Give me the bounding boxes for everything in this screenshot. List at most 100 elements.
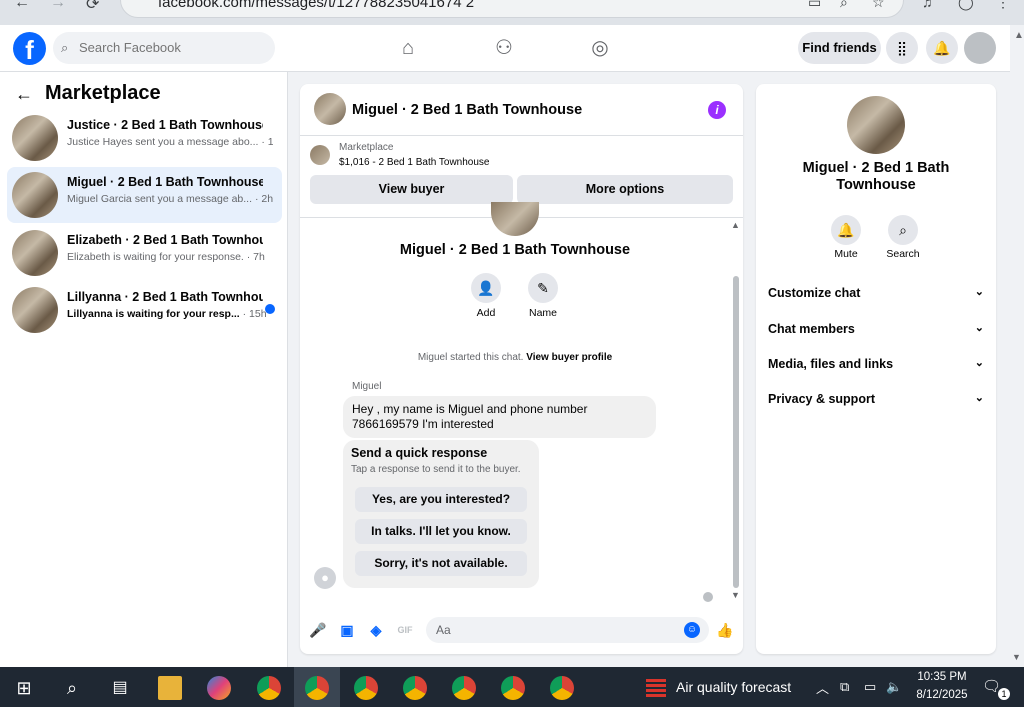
chat-scrollbar[interactable]: ▲ ▼ [730, 220, 742, 600]
sticker-icon[interactable]: ◈ [366, 620, 386, 640]
thumbs-up-icon[interactable]: 👍 [715, 620, 735, 640]
groups-icon[interactable]: ◎ [588, 36, 612, 60]
windows-start-icon[interactable]: ⊞ [12, 676, 36, 700]
chrome-icon[interactable] [354, 676, 378, 700]
scroll-up-icon[interactable]: ▲ [731, 220, 740, 230]
back-arrow-icon[interactable]: ← [15, 84, 33, 105]
menu-icon[interactable]: ⋮ [996, 0, 1010, 11]
add-label: Add [476, 307, 496, 319]
message-input[interactable]: Aa [426, 617, 709, 643]
chevron-down-icon: ⌄ [974, 286, 984, 298]
scrollbar-thumb[interactable] [733, 276, 739, 588]
notification-count-badge: 1 [998, 688, 1010, 700]
chat-started-notice: Miguel started this chat. View buyer pro… [417, 352, 613, 363]
privacy-support-row[interactable]: Privacy & support ⌄ [768, 392, 984, 406]
bookmark-star-icon[interactable]: ☆ [872, 0, 885, 11]
details-title: Miguel · 2 Bed 1 Bath Townhouse [802, 160, 950, 193]
view-buyer-button[interactable]: View buyer [310, 175, 513, 204]
clock-time[interactable]: 10:35 PM [914, 671, 970, 683]
task-view-icon[interactable]: ▤ [108, 676, 132, 700]
mute-label: Mute [834, 248, 858, 260]
listing-thumbnail [12, 230, 58, 276]
cast-icon[interactable]: ▭ [808, 0, 821, 11]
facebook-logo[interactable]: f [13, 32, 46, 65]
chat-details-panel: Miguel · 2 Bed 1 Bath Townhouse 🔔 Mute ⌕… [756, 84, 996, 654]
zoom-icon[interactable]: ⌕ [840, 0, 848, 11]
marketplace-label: Marketplace [339, 142, 394, 153]
copilot-icon[interactable] [207, 676, 231, 700]
chrome-icon[interactable] [452, 676, 476, 700]
chrome-icon[interactable] [550, 676, 574, 700]
home-icon[interactable]: ⌂ [396, 36, 420, 60]
scroll-up-icon[interactable]: ▲ [1014, 30, 1024, 41]
clock-date[interactable]: 8/12/2025 [910, 689, 974, 701]
quick-reply-button[interactable]: Yes, are you interested? [355, 487, 527, 512]
chat-header: Miguel · 2 Bed 1 Bath Townhouse i [300, 84, 743, 136]
media-files-links-row[interactable]: Media, files and links ⌄ [768, 357, 984, 371]
emoji-icon[interactable]: ☺ [684, 622, 700, 638]
profile-icon[interactable]: ◯ [958, 0, 974, 11]
panel-title: Marketplace [45, 82, 161, 104]
reload-icon[interactable]: ⟳ [86, 0, 99, 14]
view-buyer-profile-link[interactable]: View buyer profile [526, 352, 612, 363]
listing-thumbnail [12, 172, 58, 218]
chrome-icon[interactable] [501, 676, 525, 700]
listing-price-title[interactable]: $1,016 - 2 Bed 1 Bath Townhouse [339, 157, 489, 168]
chat-intro-title: Miguel · 2 Bed 1 Bath Townhouse [399, 242, 631, 258]
edit-name-icon[interactable]: ✎ [528, 273, 558, 303]
more-options-button[interactable]: More options [517, 175, 733, 204]
conversation-title: Lillyanna · 2 Bed 1 Bath Townhou... [67, 290, 263, 304]
forward-icon[interactable]: → [50, 0, 66, 12]
name-label: Name [528, 307, 557, 319]
listing-thumbnail [12, 115, 58, 161]
account-avatar[interactable] [964, 32, 996, 64]
meet-icon[interactable]: ⧉ [840, 679, 849, 695]
chat-members-row[interactable]: Chat members ⌄ [768, 322, 984, 336]
conversation-item[interactable]: Lillyanna · 2 Bed 1 Bath Townhou... Lill… [7, 282, 282, 338]
sender-avatar[interactable]: ● [314, 567, 336, 589]
add-person-icon[interactable]: 👤 [471, 273, 501, 303]
conversation-item-selected[interactable]: Miguel · 2 Bed 1 Bath Townhouse Miguel G… [7, 167, 282, 223]
microphone-icon[interactable]: 🎤 [308, 620, 328, 640]
scroll-down-icon[interactable]: ▼ [1012, 652, 1021, 662]
seen-indicator [703, 592, 713, 602]
network-icon[interactable]: ▭ [864, 679, 876, 695]
chevron-up-icon[interactable]: ︿ [816, 678, 829, 697]
find-friends-button[interactable]: Find friends [798, 32, 881, 64]
chrome-icon[interactable] [257, 676, 281, 700]
friends-icon[interactable]: ⚇ [492, 36, 516, 60]
customize-chat-row[interactable]: Customize chat ⌄ [768, 286, 984, 300]
message-bubble[interactable]: Hey , my name is Miguel and phone number… [343, 396, 656, 438]
file-explorer-icon[interactable] [158, 676, 182, 700]
url-text[interactable]: facebook.com/messages/t/127788235041674 … [158, 0, 474, 11]
notifications-icon[interactable]: 🔔 [926, 32, 958, 64]
quick-reply-button[interactable]: In talks. I'll let you know. [355, 519, 527, 544]
conversation-item[interactable]: Justice · 2 Bed 1 Bath Townhouse Justice… [7, 110, 282, 166]
info-icon[interactable]: i [708, 101, 726, 119]
search-icon[interactable]: ⌕ [60, 676, 84, 700]
volume-icon[interactable]: 🔈 [886, 679, 902, 695]
details-avatar [847, 96, 905, 154]
message-composer: 🎤 ▣ ◈ GIF Aa ☺ 👍 [300, 612, 743, 654]
sender-name: Miguel [352, 381, 382, 392]
chrome-icon[interactable] [305, 676, 329, 700]
menu-grid-icon[interactable]: ⣿ [886, 32, 918, 64]
conversation-snippet: Elizabeth is waiting for your response. … [67, 251, 265, 263]
search-input[interactable] [53, 32, 275, 64]
gif-icon[interactable]: GIF [395, 620, 415, 640]
photo-icon[interactable]: ▣ [337, 620, 357, 640]
weather-text[interactable]: Air quality forecast [676, 679, 791, 695]
chrome-icon[interactable] [403, 676, 427, 700]
scroll-down-icon[interactable]: ▼ [731, 590, 740, 600]
chat-intro-avatar [491, 202, 539, 236]
back-icon[interactable]: ← [14, 0, 30, 12]
chat-avatar[interactable] [314, 93, 346, 125]
air-quality-icon [646, 677, 666, 697]
quick-reply-button[interactable]: Sorry, it's not available. [355, 551, 527, 576]
media-icon[interactable]: ♫ [922, 0, 933, 10]
mute-icon[interactable]: 🔔 [831, 215, 861, 245]
chat-title[interactable]: Miguel · 2 Bed 1 Bath Townhouse [352, 102, 582, 118]
search-icon[interactable]: ⌕ [888, 215, 918, 245]
conversation-item[interactable]: Elizabeth · 2 Bed 1 Bath Townhouse Eliza… [7, 225, 282, 281]
conversation-title: Miguel · 2 Bed 1 Bath Townhouse [67, 175, 263, 189]
